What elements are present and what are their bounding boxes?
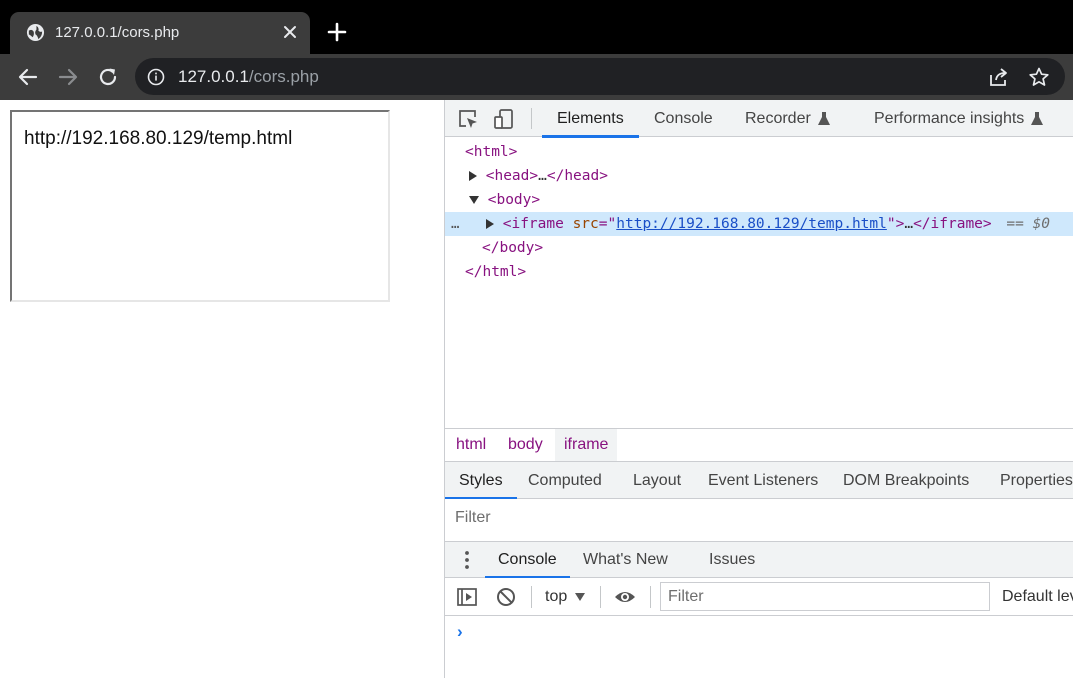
collapsed-ellipsis: … — [538, 168, 547, 184]
context-selector-label: top — [545, 588, 568, 605]
tag-body-close: </body> — [482, 240, 544, 256]
tag-iframe-close: </iframe> — [913, 216, 992, 232]
address-bar[interactable]: 127.0.0.1/cors.php — [135, 58, 1065, 95]
console-toolbar: top Default levels — [445, 578, 1073, 616]
embedded-iframe[interactable]: http://192.168.80.129/temp.html — [10, 110, 390, 302]
breadcrumb-html[interactable]: html — [447, 429, 495, 461]
more-vertical-icon[interactable] — [459, 550, 475, 570]
dom-node-html-close[interactable]: </html> — [445, 260, 1073, 284]
dom-node-html[interactable]: <html> — [445, 140, 1073, 164]
dom-node-body[interactable]: <body> — [445, 188, 1073, 212]
show-sidebar-icon[interactable] — [456, 586, 478, 608]
flask-icon — [817, 111, 830, 125]
selected-node-marker: == $0 — [1006, 216, 1051, 232]
tab-properties[interactable]: Properties — [1000, 462, 1073, 499]
breadcrumb-body[interactable]: body — [499, 429, 552, 461]
browser-tab[interactable]: 127.0.0.1/cors.php — [10, 12, 310, 54]
iframe-content-text: http://192.168.80.129/temp.html — [24, 128, 293, 149]
devtools-tabbar: Elements Console Recorder Performance in… — [445, 100, 1073, 138]
context-selector[interactable]: top — [545, 578, 586, 616]
tab-performance-insights[interactable]: Performance insights — [874, 100, 1044, 137]
styles-filter-input[interactable] — [447, 503, 1072, 533]
styles-tabbar: Styles Computed Layout Event Listeners D… — [445, 462, 1073, 500]
eye-icon[interactable] — [614, 586, 636, 608]
toolbar-divider — [531, 586, 532, 608]
device-toolbar-icon[interactable] — [493, 108, 515, 130]
collapse-triangle-icon[interactable] — [469, 196, 479, 204]
tab-recorder-label: Recorder — [745, 109, 811, 127]
tag-html-open: <html> — [465, 144, 518, 160]
tab-strip: 127.0.0.1/cors.php — [0, 0, 1073, 54]
dom-tree: <html> <head>…</head> <body> … <iframe s… — [445, 138, 1073, 428]
tab-styles[interactable]: Styles — [445, 462, 517, 500]
back-arrow-icon[interactable] — [16, 65, 40, 89]
tag-iframe-open: <iframe — [502, 216, 564, 232]
tag-html-close: </html> — [465, 264, 527, 280]
star-icon[interactable] — [1028, 66, 1050, 88]
drawer-tab-issues[interactable]: Issues — [709, 542, 755, 578]
tag-head-close: </head> — [546, 168, 608, 184]
inspect-element-icon[interactable] — [457, 108, 479, 130]
tab-dom-breakpoints[interactable]: DOM Breakpoints — [843, 462, 969, 499]
tab-elements-label: Elements — [557, 109, 624, 127]
attr-equals: =" — [598, 216, 617, 232]
toolbar-divider — [600, 586, 601, 608]
tab-layout[interactable]: Layout — [633, 462, 681, 499]
tab-title: 127.0.0.1/cors.php — [55, 24, 180, 41]
tab-recorder[interactable]: Recorder — [745, 100, 830, 137]
styles-filter-bar — [445, 499, 1073, 537]
dom-node-iframe[interactable]: … <iframe src="http://192.168.80.129/tem… — [445, 212, 1073, 236]
close-icon[interactable] — [281, 23, 299, 41]
console-filter-input[interactable] — [660, 582, 990, 611]
tab-elements[interactable]: Elements — [542, 100, 639, 138]
forward-arrow-icon[interactable] — [56, 65, 80, 89]
expand-triangle-icon[interactable] — [486, 219, 494, 229]
breadcrumb-iframe[interactable]: iframe — [555, 429, 618, 461]
collapsed-ellipsis: … — [904, 216, 914, 232]
flask-icon — [1031, 111, 1044, 125]
console-prompt-area[interactable]: › — [445, 616, 1073, 678]
drawer-tabbar: Console What's New Issues — [445, 541, 1073, 579]
chevron-down-icon — [575, 592, 586, 601]
tab-computed[interactable]: Computed — [528, 462, 602, 499]
page-viewport: http://192.168.80.129/temp.html — [0, 100, 444, 678]
tab-console[interactable]: Console — [654, 100, 713, 137]
dom-node-body-close[interactable]: </body> — [445, 236, 1073, 260]
tab-console-label: Console — [654, 109, 713, 127]
url-path: /cors.php — [248, 67, 319, 86]
toolbar-divider — [531, 108, 532, 129]
plus-icon[interactable] — [326, 21, 348, 43]
url-text: 127.0.0.1/cors.php — [178, 67, 319, 87]
toolbar-divider — [650, 586, 651, 608]
more-options-dots[interactable]: … — [451, 212, 460, 236]
dom-node-head[interactable]: <head>…</head> — [445, 164, 1073, 188]
drawer-tab-whats-new[interactable]: What's New — [583, 542, 668, 578]
attr-end: "> — [886, 216, 905, 232]
prompt-chevron-icon: › — [457, 622, 463, 641]
info-icon[interactable] — [147, 68, 165, 86]
log-levels-dropdown[interactable]: Default levels — [1002, 578, 1073, 616]
drawer-tab-console[interactable]: Console — [485, 542, 570, 579]
devtools-panel: Elements Console Recorder Performance in… — [444, 100, 1073, 678]
clear-console-icon[interactable] — [495, 586, 517, 608]
attr-src-name: src — [572, 216, 599, 232]
tab-event-listeners[interactable]: Event Listeners — [708, 462, 818, 499]
globe-icon — [26, 23, 45, 42]
tag-body-open: <body> — [487, 192, 541, 208]
tab-performance-insights-label: Performance insights — [874, 109, 1025, 127]
tag-head-open: <head> — [485, 168, 539, 184]
url-host: 127.0.0.1 — [178, 67, 249, 86]
expand-triangle-icon[interactable] — [469, 171, 477, 181]
share-icon[interactable] — [988, 66, 1010, 88]
breadcrumb: html body iframe — [445, 428, 1073, 462]
reload-icon[interactable] — [96, 65, 120, 89]
iframe-src-link[interactable]: http://192.168.80.129/temp.html — [616, 216, 887, 232]
browser-toolbar: 127.0.0.1/cors.php — [0, 54, 1073, 100]
